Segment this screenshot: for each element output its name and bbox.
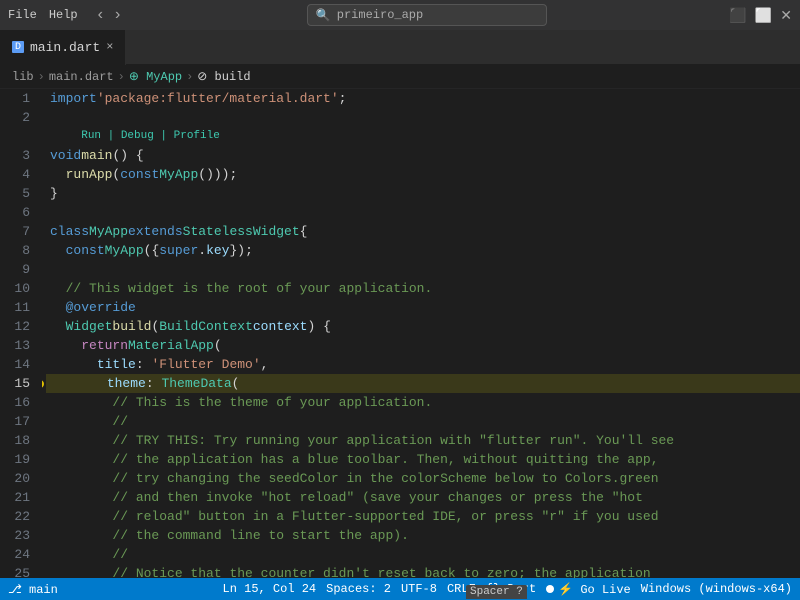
menu-file[interactable]: File [8, 8, 37, 22]
nav-forward-button[interactable]: › [111, 6, 124, 24]
status-spaces[interactable]: Spaces: 2 [326, 582, 391, 596]
code-line: // TRY THIS: Try running your applicatio… [46, 431, 800, 450]
line-number: 7 [8, 222, 30, 241]
status-encoding[interactable]: UTF-8 [401, 582, 437, 596]
line-number: 14 [8, 355, 30, 374]
code-content[interactable]: import 'package:flutter/material.dart'; … [42, 89, 800, 578]
line-number: 18 [8, 431, 30, 450]
search-input-wrap[interactable]: 🔍 primeiro_app [307, 4, 547, 26]
code-line [46, 108, 800, 127]
code-line: // [46, 412, 800, 431]
code-line: // Notice that the counter didn't reset … [46, 564, 800, 578]
code-line: return MaterialApp( [46, 336, 800, 355]
status-bar: ⎇ main Ln 15, Col 24 Spaces: 2 UTF-8 CRL… [0, 578, 800, 600]
code-line: void main() { [46, 146, 800, 165]
breadcrumb-part-class[interactable]: ⊕ MyApp [129, 69, 182, 84]
search-icon: 🔍 [316, 8, 331, 23]
status-platform[interactable]: Windows (windows-x64) [641, 582, 792, 596]
code-line: } [46, 184, 800, 203]
code-line: @override [46, 298, 800, 317]
line-number: 15 [8, 374, 30, 393]
code-line: theme: ThemeData( [46, 374, 800, 393]
line-number: 1 [8, 89, 30, 108]
code-line: runApp(const MyApp())); [46, 165, 800, 184]
code-line: // and then invoke "hot reload" (save yo… [46, 488, 800, 507]
window-maximize-button[interactable]: ⬜ [755, 7, 772, 24]
live-dot-icon [546, 585, 554, 593]
code-line: // try changing the seedColor in the col… [46, 469, 800, 488]
breadcrumb-sep-3: › [186, 70, 193, 84]
search-label: primeiro_app [337, 8, 423, 22]
window-minimize-button[interactable]: ⬛ [729, 7, 746, 24]
breakpoint-dot [42, 380, 44, 388]
tab-main-dart[interactable]: D main.dart × [0, 30, 126, 65]
tab-bar: D main.dart × [0, 30, 800, 65]
code-line: // This widget is the root of your appli… [46, 279, 800, 298]
line-number: 21 [8, 488, 30, 507]
code-line: const MyApp({super.key}); [46, 241, 800, 260]
line-number: 20 [8, 469, 30, 488]
breadcrumb-part-lib[interactable]: lib [12, 70, 34, 84]
status-left: ⎇ main [8, 582, 58, 597]
window-controls[interactable]: ⬛ ⬜ ✕ [729, 7, 792, 24]
line-number: 17 [8, 412, 30, 431]
code-line: Widget build(BuildContext context) { [46, 317, 800, 336]
menu-help[interactable]: Help [49, 8, 78, 22]
code-line [46, 203, 800, 222]
code-line: // the application has a blue toolbar. T… [46, 450, 800, 469]
spacer-badge: Spacer ? [466, 585, 527, 599]
line-number: 22 [8, 507, 30, 526]
line-number: 3 [8, 146, 30, 165]
search-bar[interactable]: 🔍 primeiro_app [140, 4, 713, 26]
code-line: // This is the theme of your application… [46, 393, 800, 412]
line-number [8, 127, 30, 146]
window-close-button[interactable]: ✕ [780, 7, 792, 24]
line-number: 23 [8, 526, 30, 545]
nav-back-button[interactable]: ‹ [94, 6, 107, 24]
line-number: 10 [8, 279, 30, 298]
breadcrumb: lib › main.dart › ⊕ MyApp › ⊘ build [0, 65, 800, 89]
code-line: // [46, 545, 800, 564]
status-position[interactable]: Ln 15, Col 24 [223, 582, 317, 596]
tab-label: main.dart [30, 40, 100, 55]
code-line: import 'package:flutter/material.dart'; [46, 89, 800, 108]
code-line: title: 'Flutter Demo', [46, 355, 800, 374]
code-line: // the command line to start the app). [46, 526, 800, 545]
go-live-label: ⚡ Go Live [558, 582, 631, 597]
breadcrumb-part-file[interactable]: main.dart [49, 70, 114, 84]
breadcrumb-part-method[interactable]: ⊘ build [197, 69, 250, 84]
tab-close-button[interactable]: × [106, 40, 113, 54]
line-number: 9 [8, 260, 30, 279]
line-number: 24 [8, 545, 30, 564]
line-number: 25 [8, 564, 30, 578]
line-number: 11 [8, 298, 30, 317]
code-line [46, 260, 800, 279]
line-numbers: 1234567891011121314151617181920212223242… [0, 89, 42, 578]
status-branch[interactable]: ⎇ main [8, 582, 58, 597]
line-number: 19 [8, 450, 30, 469]
line-number: 4 [8, 165, 30, 184]
line-number: 16 [8, 393, 30, 412]
code-line: class MyApp extends StatelessWidget { [46, 222, 800, 241]
line-number: 2 [8, 108, 30, 127]
breadcrumb-sep-2: › [118, 70, 125, 84]
nav-buttons[interactable]: ‹ › [94, 6, 125, 24]
line-number: 8 [8, 241, 30, 260]
editor-area: 1234567891011121314151617181920212223242… [0, 89, 800, 578]
menu-bar[interactable]: File Help [8, 8, 78, 22]
line-number: 12 [8, 317, 30, 336]
code-line: // reload" button in a Flutter-supported… [46, 507, 800, 526]
dart-file-icon: D [12, 41, 24, 53]
go-live-button[interactable]: ⚡ Go Live [546, 582, 631, 597]
line-number: 5 [8, 184, 30, 203]
code-line: Run | Debug | Profile [46, 127, 800, 146]
line-number: 13 [8, 336, 30, 355]
breadcrumb-sep-1: › [38, 70, 45, 84]
line-number: 6 [8, 203, 30, 222]
title-bar: File Help ‹ › 🔍 primeiro_app ⬛ ⬜ ✕ [0, 0, 800, 30]
